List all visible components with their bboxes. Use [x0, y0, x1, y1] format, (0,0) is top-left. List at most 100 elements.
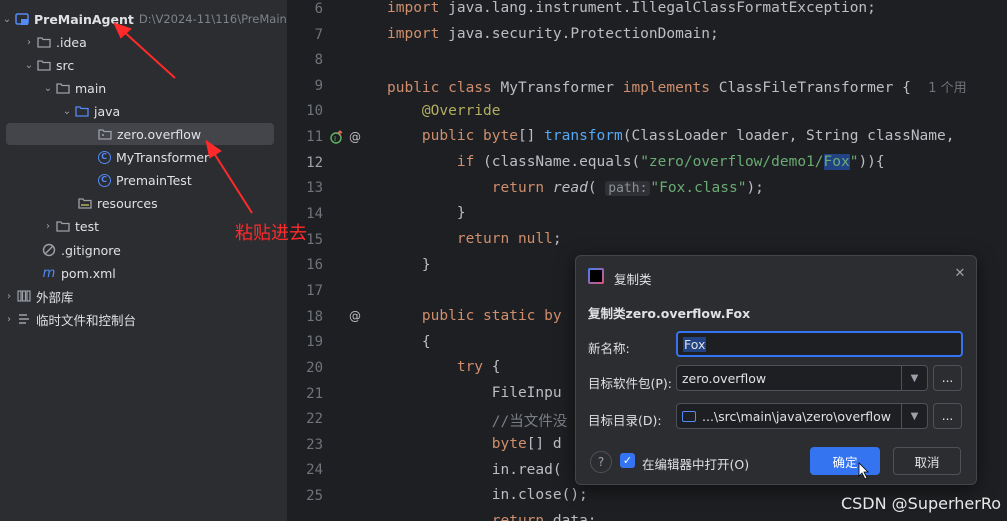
tree-item-label: PremainTest [116, 172, 192, 188]
target-directory-label: 目标目录(D): [588, 413, 662, 428]
code-line: in.close(); [387, 487, 588, 503]
chevron-right-icon[interactable]: › [2, 314, 16, 325]
implementing-method-icon[interactable]: I [329, 129, 345, 145]
chevron-right-icon[interactable]: › [41, 221, 55, 232]
root-path: D:\V2024-11\116\PreMainA [138, 12, 295, 26]
line-number: 19 [306, 334, 323, 350]
tree-item-scratches[interactable]: › 临时文件和控制台 [0, 308, 136, 330]
class-icon: C [96, 149, 112, 165]
code-line: } [387, 257, 431, 273]
dialog-heading: 复制类zero.overflow.Fox [588, 306, 751, 321]
target-package-label: 目标软件包(P): [588, 376, 673, 391]
new-name-input[interactable]: Fox [676, 331, 963, 357]
line-number: 10 [306, 103, 323, 119]
code-line: public static by [421, 308, 562, 324]
tree-item-test[interactable]: › test [0, 215, 99, 237]
open-in-editor-checkbox[interactable]: ✓ [620, 453, 635, 468]
intellij-logo-icon [588, 268, 604, 284]
line-number: 22 [306, 411, 323, 427]
watermark: CSDN @SuperherRo [840, 494, 1001, 513]
tree-item-label: 外部库 [36, 289, 74, 305]
tree-item-pom[interactable]: m pom.xml [0, 262, 116, 284]
tree-item-gitignore[interactable]: .gitignore [0, 239, 121, 261]
tree-item-main[interactable]: ⌄ main [0, 77, 106, 99]
line-number: 12 [306, 155, 323, 171]
tree-item-external-libraries[interactable]: › 外部库 [0, 285, 74, 307]
chevron-down-icon[interactable]: ⌄ [22, 60, 36, 71]
tree-item-label: .gitignore [61, 242, 121, 258]
line-number: 8 [314, 52, 323, 68]
tree-item-resources[interactable]: resources [0, 192, 158, 214]
code-line: import java.lang.instrument.IllegalClass… [387, 0, 876, 16]
target-directory-combo[interactable]: ...\src\main\java\zero\overflow ▼ [676, 403, 928, 429]
code-line: in.read( [387, 462, 562, 478]
line-number: 21 [306, 386, 323, 402]
resources-folder-icon [77, 195, 93, 211]
code-line: return read( path: "Fox.class"); [491, 180, 764, 196]
tree-item-label: java [94, 103, 121, 119]
code-line: FileInpu [387, 385, 562, 401]
close-icon[interactable]: ✕ [952, 266, 968, 282]
chevron-down-icon[interactable]: ⌄ [41, 83, 55, 94]
tree-item-label: src [56, 57, 75, 73]
chevron-down-icon[interactable]: ⌄ [0, 14, 14, 25]
usage-hint[interactable]: 1 个用 [928, 81, 966, 96]
chevron-right-icon[interactable]: › [2, 291, 16, 302]
chevron-down-icon[interactable]: ▼ [901, 404, 927, 428]
code-line: //当文件没 [491, 414, 568, 430]
code-line: { [387, 334, 431, 350]
dialog-title: 复制类 [614, 272, 652, 287]
chevron-down-icon[interactable]: ⌄ [60, 106, 74, 117]
code-line: import java.security.ProtectionDomain; [387, 26, 719, 42]
code-line: public byte[] transform(ClassLoader load… [421, 128, 955, 144]
tree-item-label: MyTransformer [116, 149, 210, 165]
root-name: PreMainAgent [34, 11, 134, 27]
line-number: 23 [306, 437, 323, 453]
line-number: 7 [314, 27, 323, 43]
target-package-value: zero.overflow [682, 370, 767, 386]
code-line: @Override [421, 103, 501, 119]
tree-item-class[interactable]: C MyTransformer [0, 146, 209, 168]
target-package-combo[interactable]: zero.overflow ▼ [676, 365, 928, 391]
tree-item-src[interactable]: ⌄ src [0, 54, 74, 76]
project-tree: ⌄ PreMainAgent D:\V2024-11\116\PreMainA … [0, 0, 295, 521]
chevron-right-icon[interactable]: › [22, 37, 36, 48]
tree-item-label: 临时文件和控制台 [36, 312, 137, 328]
annotation-note: 粘贴进去 [235, 223, 307, 244]
new-name-label: 新名称: [588, 341, 630, 356]
browse-directory-button[interactable]: ... [933, 403, 962, 429]
line-number: 9 [314, 78, 323, 94]
tree-item-package[interactable]: zero.overflow [6, 123, 274, 145]
line-number: 17 [306, 283, 323, 299]
tree-item-label: .idea [56, 34, 87, 50]
folder-icon [36, 34, 52, 50]
tree-item-idea[interactable]: › .idea [0, 31, 87, 53]
help-icon[interactable]: ? [590, 451, 612, 473]
tree-item-class[interactable]: C PremainTest [0, 169, 192, 191]
cancel-button[interactable]: 取消 [893, 447, 961, 475]
annotation-at-icon[interactable]: @ [347, 308, 363, 324]
editor-gutter: 6 7 8 9 10 11 12 13 14 15 16 17 18 19 20… [287, 0, 387, 521]
tree-root[interactable]: ⌄ PreMainAgent D:\V2024-11\116\PreMainA [0, 8, 295, 30]
code-line: return data; [491, 513, 597, 521]
tree-item-label: zero.overflow [117, 126, 202, 142]
line-number: 6 [314, 1, 323, 17]
line-number: 13 [306, 180, 323, 196]
tree-item-label: resources [97, 195, 158, 211]
folder-icon [36, 57, 52, 73]
annotation-at-icon[interactable]: @ [347, 129, 363, 145]
ignore-file-icon [41, 242, 57, 258]
package-icon [97, 126, 113, 142]
browse-package-button[interactable]: ... [933, 365, 962, 391]
source-folder-icon [74, 103, 90, 119]
new-name-value: Fox [683, 336, 707, 352]
open-in-editor-label[interactable]: 在编辑器中打开(O) [642, 454, 749, 473]
ok-button[interactable]: 确定 [810, 447, 880, 475]
code-line: try { [456, 359, 501, 375]
chevron-down-icon[interactable]: ▼ [901, 366, 927, 390]
class-icon: C [96, 172, 112, 188]
line-number: 11 [306, 129, 323, 145]
module-icon [14, 11, 30, 27]
line-number: 18 [306, 309, 323, 325]
tree-item-java[interactable]: ⌄ java [0, 100, 120, 122]
